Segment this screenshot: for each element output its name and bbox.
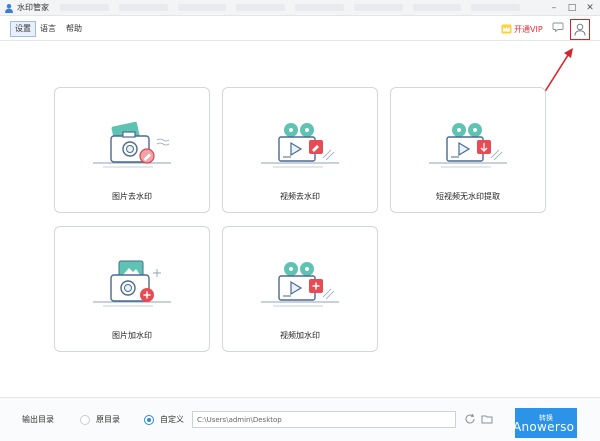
option-custom-label: 自定义	[160, 415, 184, 424]
footer-bar: 输出目录 原目录 自定义 转换	[0, 397, 600, 441]
user-icon	[574, 23, 586, 36]
card-label: 短视频无水印提取	[436, 192, 500, 201]
vip-button[interactable]: 开通VIP	[501, 22, 543, 36]
vip-label: 开通VIP	[514, 24, 543, 34]
radio-custom-directory[interactable]	[144, 415, 154, 425]
maximize-button[interactable]: □	[566, 2, 578, 14]
radio-original-directory[interactable]	[80, 415, 90, 425]
refresh-icon[interactable]	[464, 413, 476, 425]
background-tabs	[60, 3, 520, 13]
card-label: 图片加水印	[112, 331, 152, 340]
short-video-extract-icon	[429, 123, 507, 168]
video-add-watermark-icon	[261, 262, 339, 307]
card-video-add-watermark[interactable]: 视频加水印	[222, 226, 378, 352]
user-account-button[interactable]	[570, 19, 590, 40]
image-watermark: Anowerso	[513, 420, 575, 434]
card-label: 图片去水印	[112, 192, 152, 201]
menu-help[interactable]: 帮助	[62, 21, 86, 37]
card-photo-remove-watermark[interactable]: 图片去水印	[54, 87, 210, 213]
output-path-field[interactable]	[192, 411, 456, 428]
photo-remove-watermark-icon	[93, 121, 171, 168]
close-button[interactable]: ✕	[584, 2, 596, 14]
card-short-video-extract[interactable]: 短视频无水印提取	[390, 87, 546, 213]
minimize-button[interactable]: –	[548, 2, 560, 14]
menu-language[interactable]: 语言	[36, 21, 60, 37]
option-original-label: 原目录	[96, 415, 120, 424]
crown-icon	[501, 24, 512, 34]
photo-add-watermark-icon	[93, 260, 171, 307]
card-video-remove-watermark[interactable]: 视频去水印	[222, 87, 378, 213]
window-title: 水印管家	[17, 3, 49, 12]
chat-bubble-icon[interactable]	[552, 21, 564, 33]
app-logo-icon	[5, 4, 13, 13]
card-label: 视频去水印	[280, 192, 320, 201]
folder-icon[interactable]	[481, 413, 493, 425]
card-label: 视频加水印	[280, 331, 320, 340]
video-remove-watermark-icon	[261, 123, 339, 168]
card-photo-add-watermark[interactable]: 图片加水印	[54, 226, 210, 352]
menu-settings[interactable]: 设置	[10, 21, 36, 37]
output-directory-label: 输出目录	[22, 415, 54, 424]
title-bar: 水印管家 – □ ✕	[0, 0, 600, 16]
